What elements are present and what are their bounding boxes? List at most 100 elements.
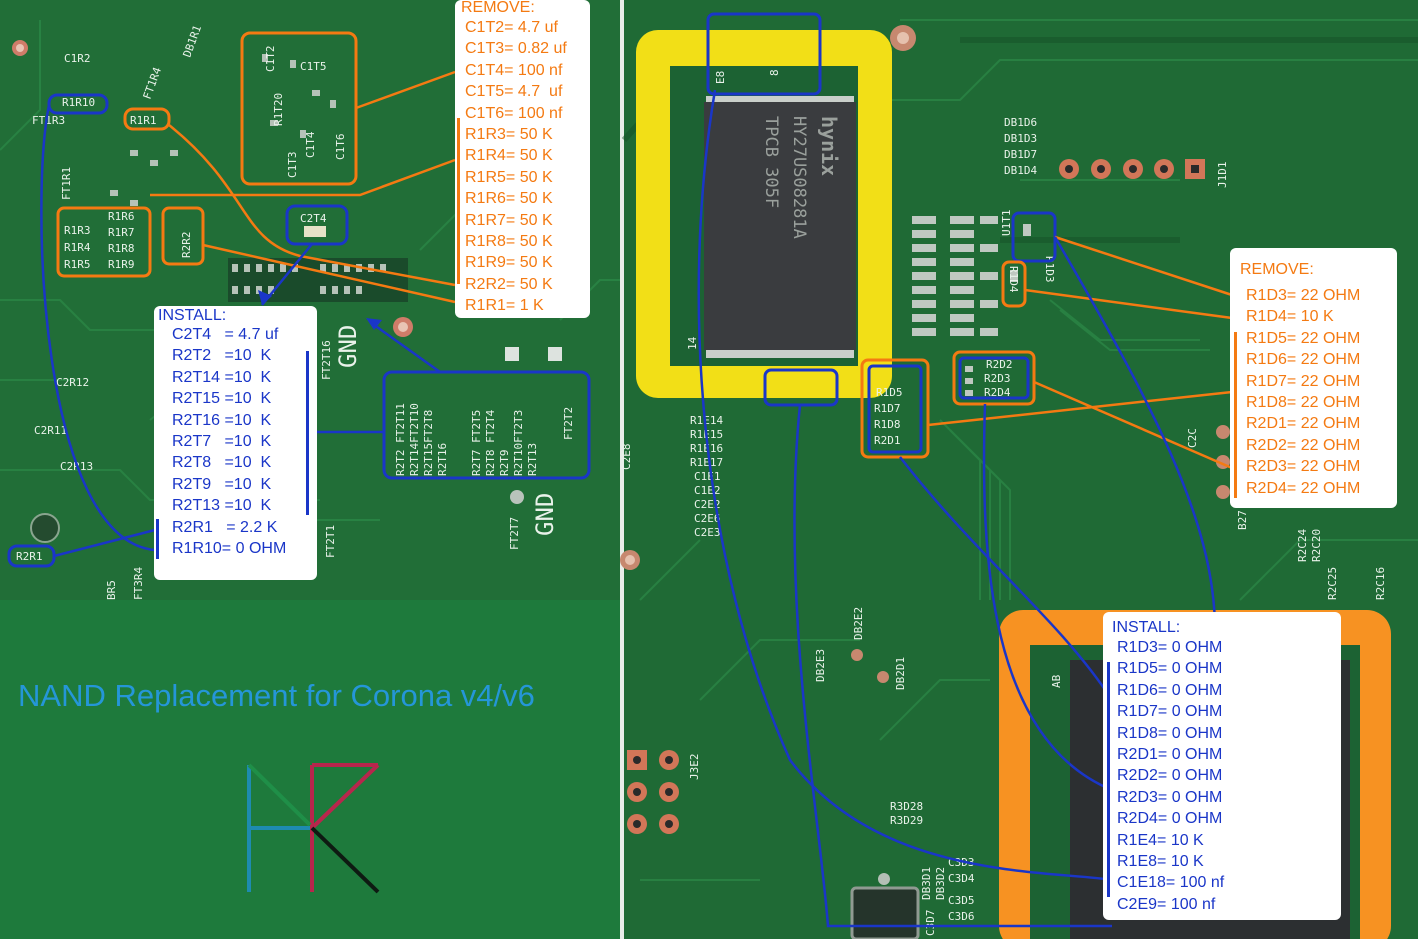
svg-text:R1R1: R1R1 [130,114,157,127]
svg-text:R1D8: R1D8 [874,418,901,431]
silk-r1e17: R1E17 [690,456,723,469]
left-remove-bracket [457,118,460,284]
silk-ft2t7: FT2T7 [508,517,521,550]
silk-br5: BR5 [105,580,118,600]
page-title: NAND Replacement for Corona v4/v6 [18,678,535,713]
remove-list-item: R1D7= 22 OHM [1246,372,1361,390]
install-list-item: R2T15 =10 K [172,390,272,408]
svg-text:R1D5: R1D5 [876,386,903,399]
silk-c2c: C2C [1186,428,1199,448]
remove-list-item: R2D1= 22 OHM [1246,415,1361,433]
silk-r2c24: R2C24 [1296,529,1309,562]
silk-j1d1: J1D1 [1216,162,1229,189]
install-list-item: R2T16 =10 K [172,411,272,429]
install-list-item: R2D4= 0 OHM [1117,810,1223,828]
silk-pin8: 8 [768,69,781,76]
svg-text:C1T2: C1T2 [264,46,277,73]
install-list-item: R2T14 =10 K [172,368,272,386]
chip-part: HY27US08281A [789,116,809,239]
install-list-item: R2D2= 0 OHM [1117,767,1223,785]
svg-text:C1T6: C1T6 [334,134,347,161]
silk-c2e8: C2E8 [620,444,633,471]
gnd-label-bottom: GND [531,493,559,536]
silk-ft1r1: FT1R1 [60,167,73,200]
left-remove-heading: REMOVE: [461,0,535,16]
silk-c1e1: C1E1 [694,470,721,483]
svg-text:R2T15FT2T8: R2T15FT2T8 [422,410,435,476]
silk-db1d4: DB1D4 [1004,164,1037,177]
right-install-list: R1D3= 0 OHM R1D5= 0 OHM R1D6= 0 OHM R1D7= 0… [1117,637,1224,915]
svg-text:R1R9: R1R9 [108,258,135,271]
remove-list-item: C1T4= 100 nf [465,61,563,79]
install-list-item: R1D3= 0 OHM [1117,639,1223,656]
right-remove-bracket [1234,332,1237,498]
svg-text:R1R3: R1R3 [64,224,91,237]
svg-text:R2T9: R2T9 [498,450,511,477]
install-list-item: C2T4 = 4.7 uf [172,326,279,343]
right-remove-panel: REMOVE: R1D3= 22 OHM R1D4= 10 K R1D5= 22 O… [1230,248,1397,508]
svg-text:R2T14FT2T10: R2T14FT2T10 [408,403,421,476]
install-list-item: C1E18= 100 nf [1117,874,1225,892]
svg-text:C2T4: C2T4 [300,212,327,225]
remove-list-item: R1R4= 50 K [465,147,553,165]
install-list-item: R2T7 =10 K [172,433,272,451]
svg-text:C1T4: C1T4 [304,131,317,158]
install-list-item: C2E9= 100 nf [1117,895,1216,913]
silk-r2c16: R2C16 [1374,567,1387,600]
svg-text:R2T7 FT2T5: R2T7 FT2T5 [470,410,483,476]
crystal [850,886,920,939]
left-install-list: C2T4 = 4.7 uf R2T2 =10 K R2T14 =10 K R2T15 … [172,324,286,559]
install-list-item: R2T8 =10 K [172,454,272,472]
remove-list-item: R1R7= 50 K [465,211,553,229]
silk-b27: B27 [1236,510,1249,530]
svg-text:C1T5: C1T5 [300,60,327,73]
svg-text:R2D2: R2D2 [986,358,1013,371]
svg-text:R2R2: R2R2 [180,232,193,259]
silk-c3d5: C3D5 [948,894,975,907]
silk-ft3r4: FT3R4 [132,567,145,600]
silk-j3e2: J3E2 [688,754,701,781]
chip-code: TPCB 305F [761,116,781,208]
svg-text:R1D4: R1D4 [1007,266,1020,293]
svg-text:R2T16: R2T16 [436,443,449,476]
svg-text:R1R8: R1R8 [108,242,135,255]
left-install-bracket-2 [156,519,159,559]
chip-brand: hynix [817,116,841,176]
install-list-item: R1R10= 0 OHM [172,540,287,558]
silk-db3d1: DB3D1 [920,867,933,900]
remove-list-item: R2R2= 50 K [465,275,553,293]
left-remove-list: C1T2= 4.7 uf C1T3= 0.82 uf C1T4= 100 nf C1T… [465,17,567,317]
remove-list-item: C1T5= 4.7 uf [465,83,563,101]
svg-text:R2D3: R2D3 [984,372,1011,385]
right-install-heading: INSTALL: [1112,619,1181,636]
svg-text:R1R7: R1R7 [108,226,135,239]
install-list-item: R1D7= 0 OHM [1117,703,1223,721]
silk-r2c20: R2C20 [1310,529,1323,562]
svg-text:R2T8 FT2T4: R2T8 FT2T4 [484,409,497,476]
remove-list-item: R1R9= 50 K [465,254,553,272]
silk-db1d6: DB1D6 [1004,116,1037,129]
silk-ft2t16: FT2T16 [320,340,333,380]
remove-list-item: R1R6= 50 K [465,190,553,208]
silk-c1e2: C1E2 [694,484,721,497]
remove-list-item: R1D8= 22 OHM [1246,394,1361,412]
gnd-label-top: GND [334,325,362,368]
silk-db2e3: DB2E3 [814,649,827,682]
install-list-item: R2R1 = 2.2 K [172,518,278,536]
svg-text:R2R1: R2R1 [16,550,43,563]
svg-text:R2T10FT2T3: R2T10FT2T3 [512,410,525,476]
remove-list-item: R1D5= 22 OHM [1246,329,1361,347]
silk-c2e3: C2E3 [694,526,721,539]
install-list-item: R2T13 =10 K [172,497,272,515]
install-list-item: R1E4= 10 K [1117,831,1204,849]
remove-list-item: R2D3= 22 OHM [1246,458,1361,476]
install-list-item: R2D1= 0 OHM [1117,746,1223,764]
silk-db3d2: DB3D2 [934,867,947,900]
install-list-item: R1E8= 10 K [1117,853,1204,871]
silk-db1d7: DB1D7 [1004,148,1037,161]
remove-list-item: R2D4= 22 OHM [1246,479,1361,497]
silk-c3d4: C3D4 [948,872,975,885]
silk-db1d3: DB1D3 [1004,132,1037,145]
silk-db2d1: DB2D1 [894,657,907,690]
right-remove-list: R1D3= 22 OHM R1D4= 10 K R1D5= 22 OHM R1D6= … [1246,285,1360,499]
